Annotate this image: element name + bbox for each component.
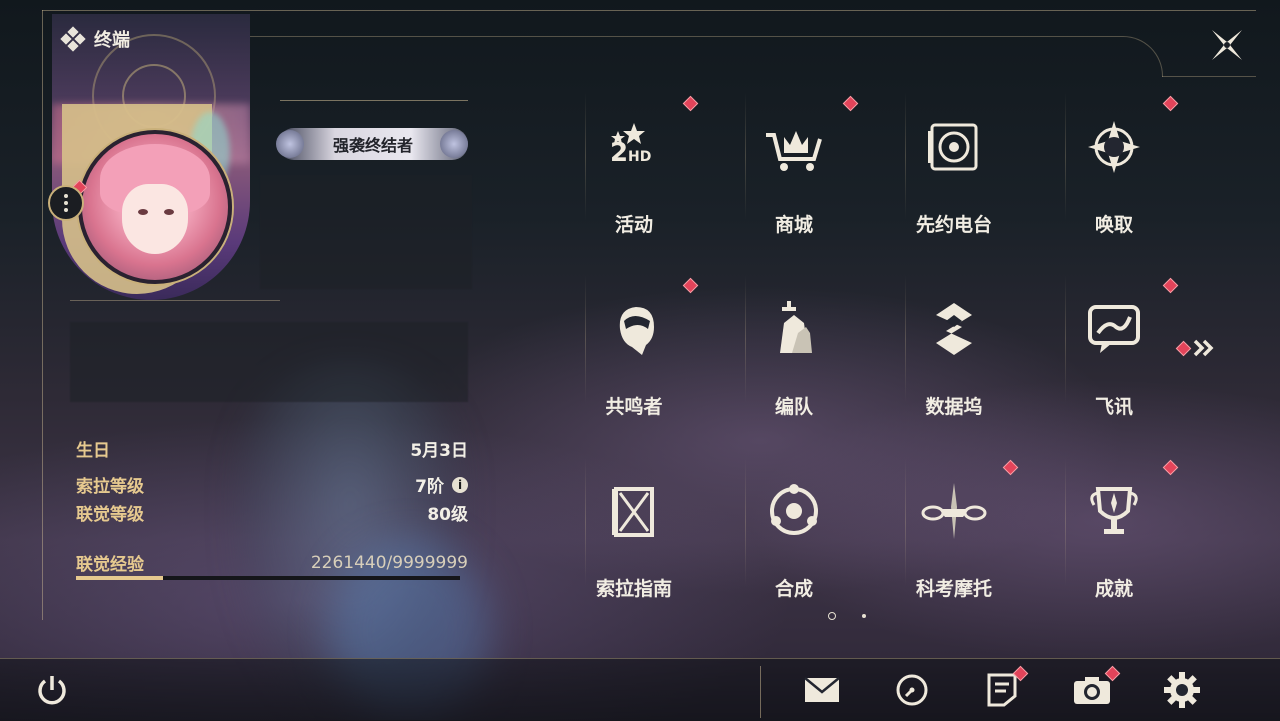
data-dock-icon xyxy=(919,294,989,364)
sora-level-value: 7阶 xyxy=(415,477,444,497)
menu-item-label: 共鸣者 xyxy=(605,396,663,418)
page-indicator xyxy=(828,612,866,620)
compass-star-icon xyxy=(1079,112,1149,182)
page-title: 终端 xyxy=(94,30,130,51)
menu-item-achievements[interactable]: 成就 xyxy=(1064,459,1179,612)
settings-gear-icon xyxy=(1164,672,1200,708)
menu-item-label: 飞讯 xyxy=(1094,396,1133,418)
camera-button[interactable] xyxy=(1072,665,1121,710)
power-icon xyxy=(38,676,66,705)
menu-item-event[interactable]: 2 HD 活动 xyxy=(584,95,699,248)
power-button[interactable] xyxy=(32,670,72,710)
avatar-eye xyxy=(138,209,148,215)
menu-item-data-bank[interactable]: 数据坞 xyxy=(904,280,1004,430)
avatar-eye xyxy=(164,209,174,215)
notice-button[interactable] xyxy=(982,665,1029,710)
character-head-icon xyxy=(599,294,669,364)
menu-item-label: 数据坞 xyxy=(925,396,983,418)
terminal-header: 终端 xyxy=(60,26,130,52)
notice-icon xyxy=(987,673,1017,707)
svg-text:2: 2 xyxy=(610,138,628,168)
menu-item-label: 科考摩托 xyxy=(915,578,992,600)
radio-speaker-icon xyxy=(919,112,989,182)
union-exp-bar xyxy=(76,576,460,580)
menu-item-label: 活动 xyxy=(614,214,653,236)
frame-line-left xyxy=(42,10,43,620)
chat-message-icon xyxy=(1079,294,1149,364)
union-exp-row: 联觉经验 2261440/9999999 xyxy=(76,550,468,576)
redacted-signature-area xyxy=(70,322,468,402)
menu-item-messages[interactable]: 飞讯 xyxy=(1064,277,1179,430)
union-exp-label: 联觉经验 xyxy=(76,555,144,575)
page-dot-active[interactable] xyxy=(828,612,836,620)
menu-item-synthesis[interactable]: 合成 xyxy=(744,462,844,612)
chess-pieces-icon xyxy=(759,294,829,364)
camera-icon xyxy=(1074,677,1110,704)
menu-item-team[interactable]: 编队 xyxy=(744,280,844,430)
bottom-bar-divider xyxy=(760,666,761,718)
birthday-row: 生日 5月3日 xyxy=(76,436,468,461)
info-icon[interactable]: i xyxy=(452,476,468,493)
mail-button[interactable] xyxy=(802,670,842,710)
trophy-icon xyxy=(1079,476,1149,546)
close-icon xyxy=(1212,30,1242,60)
menu-item-shop[interactable]: 商城 xyxy=(744,95,859,248)
svg-text:HD: HD xyxy=(628,149,651,165)
redacted-name-area xyxy=(260,175,472,289)
guide-book-icon xyxy=(599,476,669,546)
union-exp-bar-fill xyxy=(76,576,163,580)
frame-line-right xyxy=(1162,76,1256,77)
next-page-button[interactable] xyxy=(1175,338,1217,358)
sora-level-label: 索拉等级 xyxy=(76,477,144,497)
frame-line-curve xyxy=(250,36,1163,77)
title-divider xyxy=(280,100,468,101)
menu-item-radio[interactable]: 先约电台 xyxy=(904,98,1004,248)
shop-cart-crown-icon xyxy=(759,112,829,182)
union-level-label: 联觉等级 xyxy=(76,505,144,525)
name-divider xyxy=(70,300,280,301)
union-exp-value: 2261440/9999999 xyxy=(310,552,468,573)
menu-item-label: 成就 xyxy=(1094,578,1133,600)
menu-item-convene[interactable]: 唤取 xyxy=(1064,95,1179,248)
dragon-emblem-icon xyxy=(276,130,304,158)
menu-item-motorcycle[interactable]: 科考摩托 xyxy=(904,459,1019,612)
menu-item-label: 编队 xyxy=(774,396,813,418)
avatar-face xyxy=(122,184,188,254)
title-badge[interactable]: 强袭终结者 xyxy=(276,128,468,160)
mail-icon xyxy=(804,677,840,702)
union-level-value: 80级 xyxy=(427,505,468,525)
page-dot[interactable] xyxy=(862,614,866,618)
menu-item-label: 索拉指南 xyxy=(595,578,672,600)
menu-item-resonators[interactable]: 共鸣者 xyxy=(584,277,699,430)
settings-button[interactable] xyxy=(1162,670,1202,710)
close-button[interactable] xyxy=(1208,26,1246,64)
motorcycle-icon xyxy=(919,476,989,546)
menu-item-label: 商城 xyxy=(774,214,813,236)
next-page-badge xyxy=(1175,340,1192,356)
clock-icon xyxy=(896,674,928,706)
title-gem-icon xyxy=(440,130,468,158)
union-level-row: 联觉等级 80级 xyxy=(76,500,468,525)
title-badge-text: 强袭终结者 xyxy=(332,136,413,155)
clock-button[interactable] xyxy=(892,670,932,710)
menu-item-guidebook[interactable]: 索拉指南 xyxy=(584,462,684,612)
double-chevron-right-icon xyxy=(1193,339,1214,357)
diamond-cluster-icon xyxy=(60,26,86,52)
sora-level-row: 索拉等级 7阶 i xyxy=(76,472,468,497)
birthday-value: 5月3日 xyxy=(410,441,468,461)
menu-item-label: 合成 xyxy=(774,578,813,600)
synthesis-orbit-icon xyxy=(759,476,829,546)
birthday-label: 生日 xyxy=(76,441,110,461)
event-2hd-icon: 2 HD xyxy=(599,112,669,182)
sora-level-value-group: 7阶 i xyxy=(415,472,468,497)
more-options-button[interactable] xyxy=(48,185,84,221)
avatar[interactable] xyxy=(78,130,232,284)
menu-item-label: 先约电台 xyxy=(915,214,992,236)
frame-line-top xyxy=(42,10,1256,11)
menu-item-label: 唤取 xyxy=(1094,214,1133,236)
